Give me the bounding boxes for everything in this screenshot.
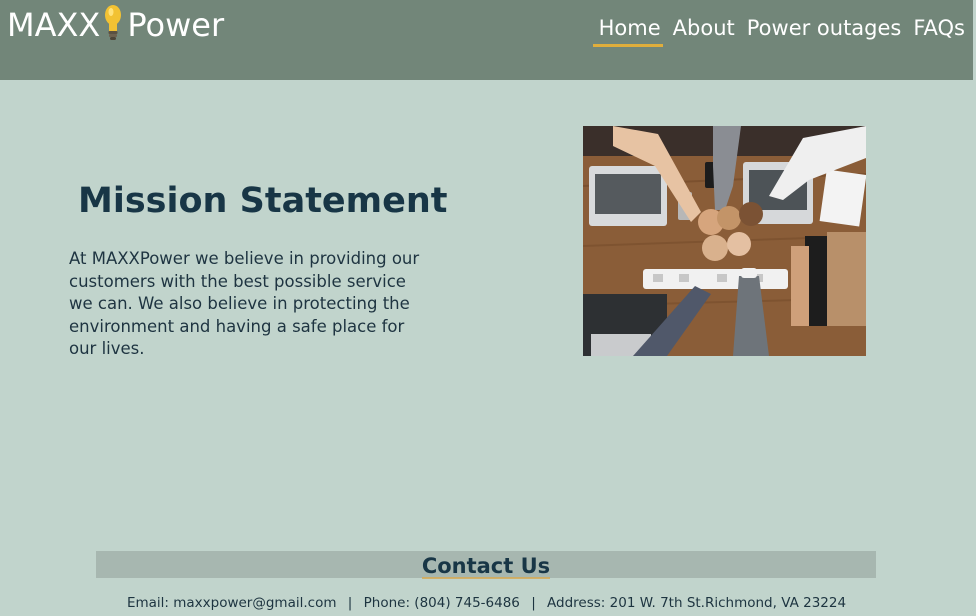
- nav-faqs-link[interactable]: FAQs: [913, 16, 965, 44]
- nav-power-outages-link[interactable]: Power outages: [747, 16, 902, 44]
- mission-text: At MAXXPower we believe in providing our…: [69, 249, 420, 358]
- contact-title: Contact Us: [96, 551, 876, 581]
- contact-info: Email: maxxpower@gmail.com | Phone: (804…: [0, 595, 973, 611]
- separator: |: [531, 595, 536, 611]
- separator: |: [347, 595, 353, 611]
- contact-title-text: Contact Us: [421, 551, 551, 581]
- team-photo: [583, 126, 866, 356]
- logo-text-power: Power: [127, 6, 225, 44]
- contact-phone[interactable]: Phone: (804) 745-6486: [364, 595, 520, 611]
- contact-email[interactable]: Email: maxxpower@gmail.com: [127, 595, 337, 611]
- contact-bar: Contact Us: [96, 551, 876, 581]
- nav-home-link[interactable]: Home: [592, 16, 663, 47]
- logo-text-maxx: MAXX: [7, 6, 101, 44]
- main-nav: Home About Power outages FAQs: [592, 16, 965, 47]
- site-logo[interactable]: MAXX Power: [7, 4, 224, 46]
- site-header: MAXX Power Home About Power outages FAQs: [0, 0, 973, 80]
- mission-title: Mission Statement: [78, 181, 448, 221]
- contact-address: Address: 201 W. 7th St.Richmond, VA 2322…: [547, 595, 847, 611]
- nav-about-link[interactable]: About: [673, 16, 735, 44]
- lightbulb-icon: [103, 3, 123, 43]
